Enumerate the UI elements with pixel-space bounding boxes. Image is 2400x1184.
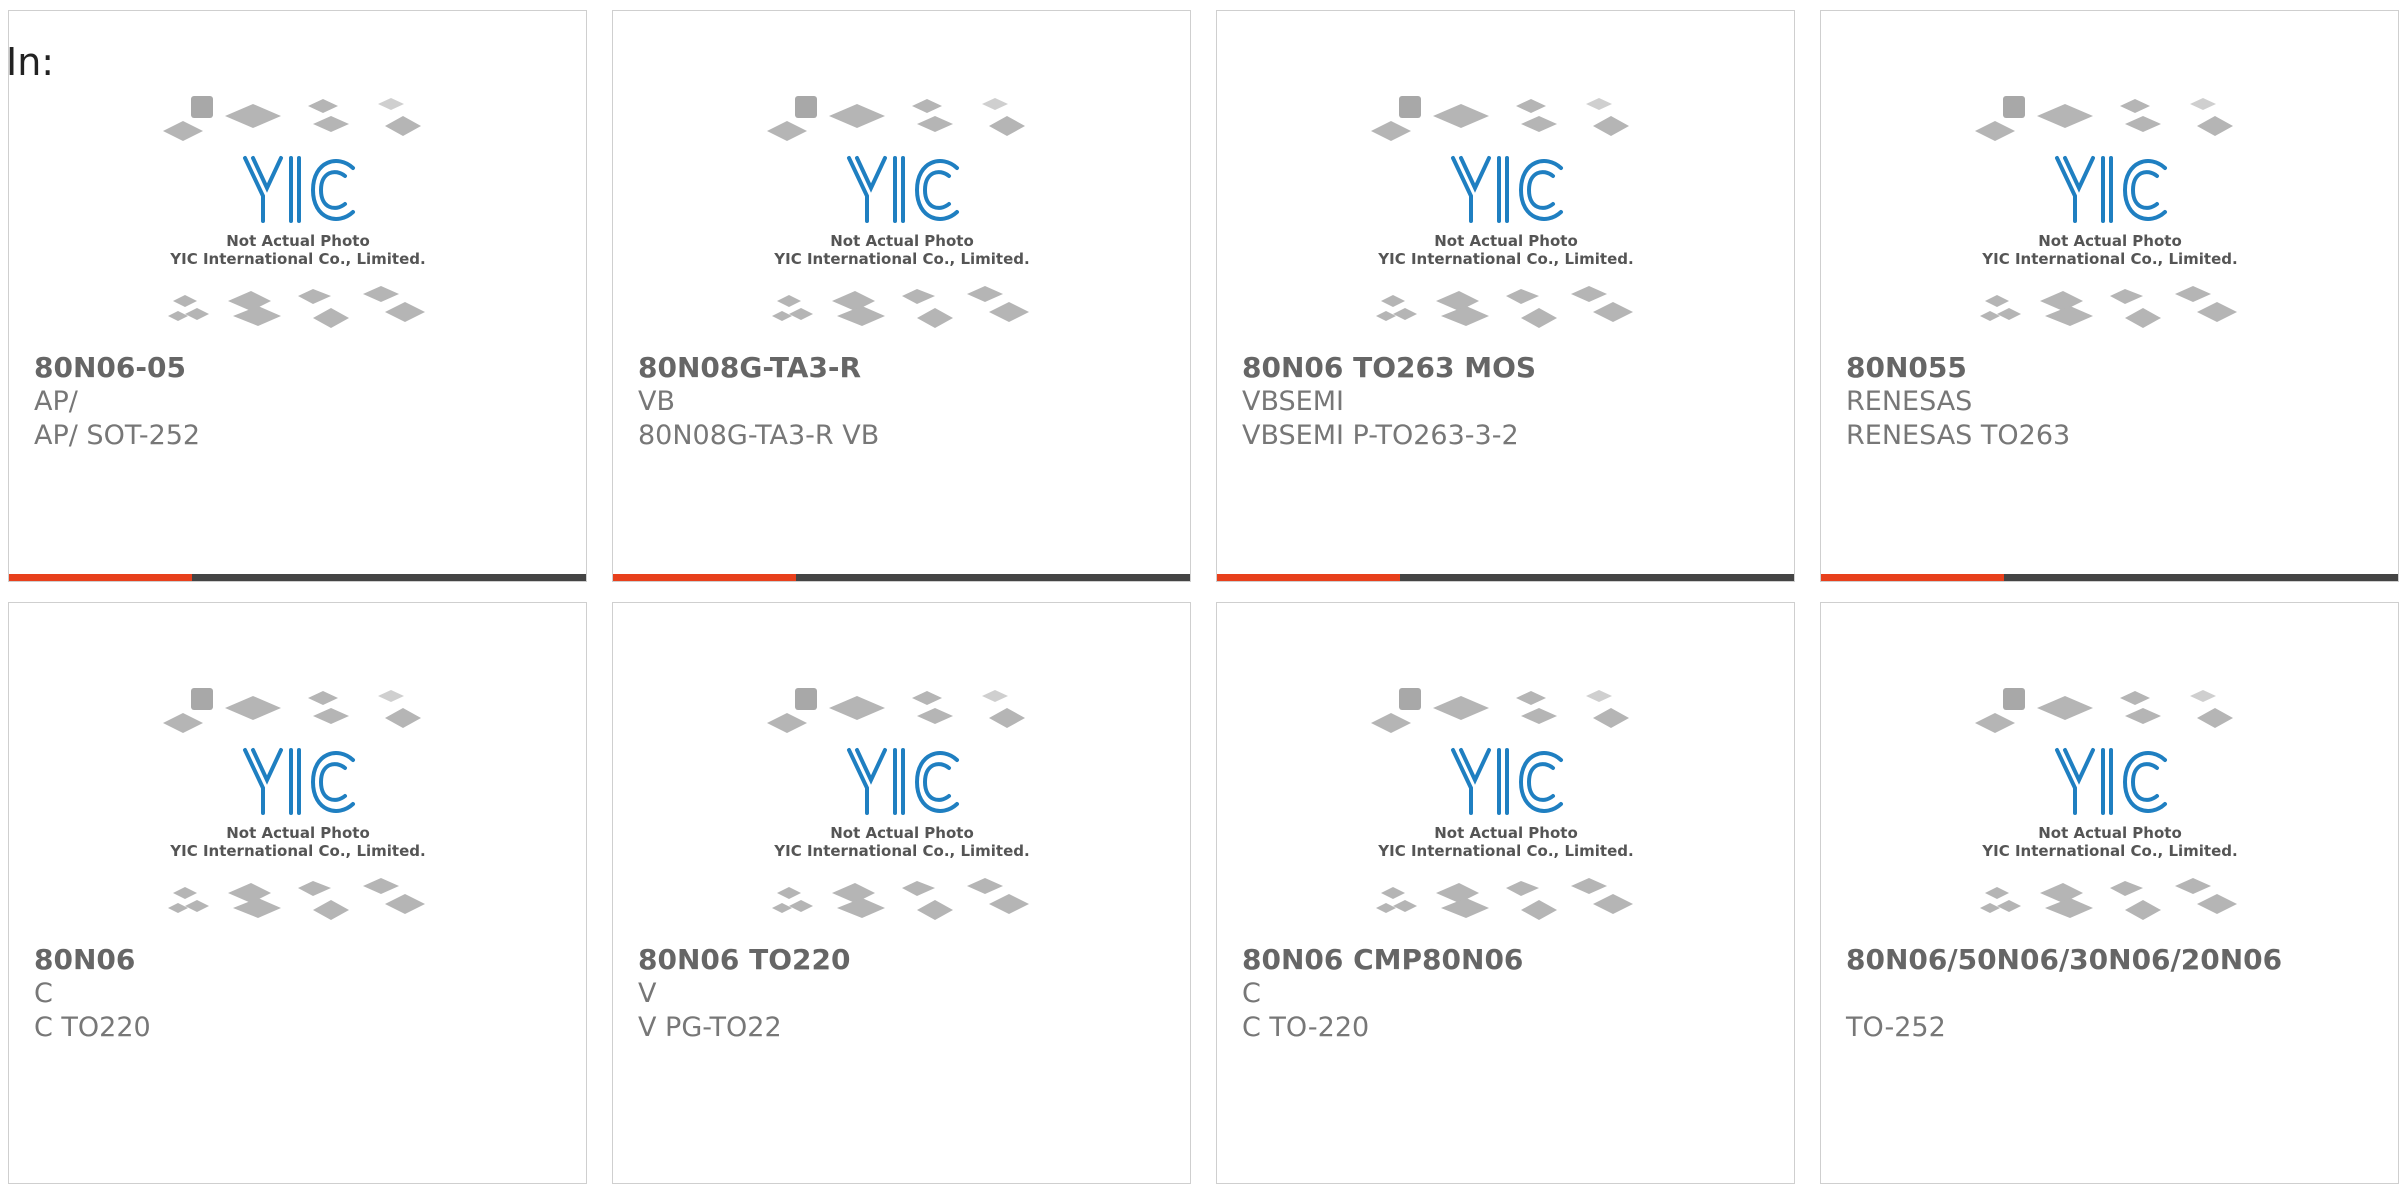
- manufacturer: V: [638, 978, 657, 1009]
- placeholder-caption: Not Actual Photo: [830, 824, 974, 842]
- card-accent-bar: [1821, 574, 2398, 581]
- manufacturer-package: TO-252: [1846, 1012, 1946, 1043]
- product-info: 80N055 RENESAS RENESAS TO263: [1846, 351, 2378, 453]
- manufacturer: RENESAS: [1846, 386, 1973, 417]
- product-info: 80N06 CMP80N06 C C TO-220: [1242, 943, 1774, 1045]
- dark-bar-segment: [1400, 574, 1794, 581]
- product-placeholder-image[interactable]: Not Actual Photo YIC International Co., …: [1974, 688, 2245, 928]
- manufacturer-package: AP/ SOT-252: [34, 420, 201, 451]
- product-card[interactable]: Not Actual Photo YIC International Co., …: [612, 602, 1191, 1184]
- section-label: In:: [6, 40, 55, 84]
- product-info: 80N06/50N06/30N06/20N06 TO-252: [1846, 943, 2378, 1045]
- placeholder-caption: Not Actual Photo: [830, 232, 974, 250]
- part-number-link[interactable]: 80N06 TO263 MOS: [1242, 351, 1774, 385]
- product-placeholder-image[interactable]: Not Actual Photo YIC International Co., …: [1974, 96, 2245, 336]
- product-card[interactable]: Not Actual Photo YIC International Co., …: [612, 10, 1191, 582]
- card-accent-bar: [613, 574, 1190, 581]
- placeholder-caption: Not Actual Photo: [226, 232, 370, 250]
- placeholder-caption: Not Actual Photo: [2038, 824, 2182, 842]
- product-card[interactable]: Not Actual Photo YIC International Co., …: [1216, 10, 1795, 582]
- card-accent-bar: [1217, 574, 1794, 581]
- placeholder-company: YIC International Co., Limited.: [773, 250, 1029, 268]
- product-card[interactable]: Not Actual Photo YIC International Co., …: [1820, 602, 2399, 1184]
- placeholder-company: YIC International Co., Limited.: [1981, 250, 2237, 268]
- dark-bar-segment: [2004, 574, 2398, 581]
- manufacturer-package: C TO220: [34, 1012, 151, 1043]
- product-grid: Not Actual Photo YIC International Co., …: [8, 10, 2399, 1184]
- placeholder-company: YIC International Co., Limited.: [1377, 842, 1633, 860]
- product-info: 80N06 TO220 V V PG-TO22: [638, 943, 1170, 1045]
- manufacturer-package: V PG-TO22: [638, 1012, 782, 1043]
- accent-bar-segment: [1821, 574, 2004, 581]
- placeholder-company: YIC International Co., Limited.: [169, 842, 425, 860]
- manufacturer: AP/: [34, 386, 78, 417]
- placeholder-company: YIC International Co., Limited.: [1377, 250, 1633, 268]
- product-card[interactable]: Not Actual Photo YIC International Co., …: [8, 10, 587, 582]
- placeholder-company: YIC International Co., Limited.: [773, 842, 1029, 860]
- product-card[interactable]: Not Actual Photo YIC International Co., …: [8, 602, 587, 1184]
- placeholder-caption: Not Actual Photo: [226, 824, 370, 842]
- product-placeholder-image[interactable]: Not Actual Photo YIC International Co., …: [766, 96, 1037, 336]
- product-placeholder-image[interactable]: Not Actual Photo YIC International Co., …: [162, 96, 433, 336]
- part-number-link[interactable]: 80N06/50N06/30N06/20N06: [1846, 943, 2378, 977]
- product-info: 80N06 C C TO220: [34, 943, 566, 1045]
- accent-bar-segment: [1217, 574, 1400, 581]
- product-info: 80N06-05 AP/AP/ SOT-252: [34, 351, 566, 453]
- product-placeholder-image[interactable]: Not Actual Photo YIC International Co., …: [1370, 96, 1641, 336]
- manufacturer-package: C TO-220: [1242, 1012, 1370, 1043]
- part-number-link[interactable]: 80N06 CMP80N06: [1242, 943, 1774, 977]
- placeholder-company: YIC International Co., Limited.: [169, 250, 425, 268]
- product-card[interactable]: Not Actual Photo YIC International Co., …: [1216, 602, 1795, 1184]
- manufacturer: C: [1242, 978, 1261, 1009]
- placeholder-caption: Not Actual Photo: [1434, 824, 1578, 842]
- product-info: 80N08G-TA3-R VB 80N08G-TA3-R VB: [638, 351, 1170, 453]
- product-placeholder-image[interactable]: Not Actual Photo YIC International Co., …: [1370, 688, 1641, 928]
- dark-bar-segment: [192, 574, 586, 581]
- card-accent-bar: [9, 574, 586, 581]
- manufacturer: VB: [638, 386, 675, 417]
- product-card[interactable]: Not Actual Photo YIC International Co., …: [1820, 10, 2399, 582]
- part-number-link[interactable]: 80N06-05: [34, 351, 566, 385]
- part-number-link[interactable]: 80N08G-TA3-R: [638, 351, 1170, 385]
- placeholder-company: YIC International Co., Limited.: [1981, 842, 2237, 860]
- manufacturer: C: [34, 978, 53, 1009]
- manufacturer: [1846, 977, 2378, 1011]
- manufacturer-package: VBSEMI P-TO263-3-2: [1242, 420, 1519, 451]
- product-placeholder-image[interactable]: Not Actual Photo YIC International Co., …: [766, 688, 1037, 928]
- manufacturer-package: RENESAS TO263: [1846, 420, 2071, 451]
- accent-bar-segment: [613, 574, 796, 581]
- accent-bar-segment: [9, 574, 192, 581]
- part-number-link[interactable]: 80N06 TO220: [638, 943, 1170, 977]
- placeholder-caption: Not Actual Photo: [2038, 232, 2182, 250]
- placeholder-caption: Not Actual Photo: [1434, 232, 1578, 250]
- part-number-link[interactable]: 80N06: [34, 943, 566, 977]
- dark-bar-segment: [796, 574, 1190, 581]
- manufacturer-package: 80N08G-TA3-R VB: [638, 420, 880, 451]
- manufacturer: VBSEMI: [1242, 386, 1344, 417]
- product-placeholder-image[interactable]: Not Actual Photo YIC International Co., …: [162, 688, 433, 928]
- part-number-link[interactable]: 80N055: [1846, 351, 2378, 385]
- product-info: 80N06 TO263 MOS VBSEMI VBSEMI P-TO263-3-2: [1242, 351, 1774, 453]
